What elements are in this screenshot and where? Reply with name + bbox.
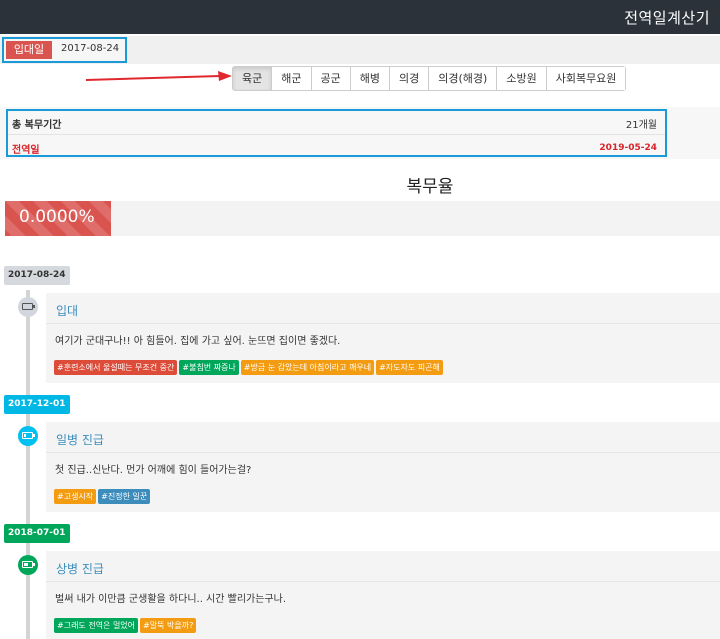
join-date-value[interactable]: 2017-08-24 bbox=[61, 43, 119, 54]
timeline-line bbox=[26, 290, 30, 639]
branch-tab-group: 육군 해군 공군 해병 의경 의경(해경) 소방원 사회복무요원 bbox=[232, 66, 627, 91]
timeline-item-divider bbox=[46, 323, 720, 324]
tab-marines[interactable]: 해병 bbox=[350, 67, 390, 90]
timeline-item-body: 첫 진급..신난다. 먼가 어깨에 힘이 들어가는걸? bbox=[55, 465, 252, 476]
battery-half-icon bbox=[18, 555, 38, 575]
battery-shape bbox=[22, 303, 35, 310]
timeline-item-divider bbox=[46, 452, 720, 453]
top-bar: 전역일계산기 bbox=[0, 0, 720, 34]
join-date-row: 입대일 2017-08-24 bbox=[0, 36, 720, 64]
timeline-item-body: 여기가 군대구나!! 아 힘들어. 집에 가고 싶어. 눈뜨면 집이면 좋겠다. bbox=[55, 336, 341, 347]
timeline-item-title[interactable]: 입대 bbox=[56, 302, 78, 319]
join-date-highlight: 입대일 2017-08-24 bbox=[2, 37, 127, 63]
tab-social-service[interactable]: 사회복무요원 bbox=[546, 67, 626, 90]
hashtag-label[interactable]: #불침번 짜증나 bbox=[179, 360, 239, 375]
timeline-item-title[interactable]: 상병 진급 bbox=[56, 560, 104, 577]
timeline-item-enlist: 입대여기가 군대구나!! 아 힘들어. 집에 가고 싶어. 눈뜨면 집이면 좋겠… bbox=[46, 293, 720, 383]
timeline-item-body: 벌써 내가 이만큼 군생활을 하다니.. 시간 빨리가는구나. bbox=[55, 594, 287, 605]
service-rate-value: 0.0000% bbox=[19, 207, 95, 227]
timeline-date-private-first-class: 2017-12-01 bbox=[4, 395, 70, 414]
battery-shape bbox=[22, 432, 35, 439]
tab-police[interactable]: 의경 bbox=[390, 67, 430, 90]
timeline-item-tags: #훈련소에서 울설때는 무조건 중간 #불침번 짜증나 #방금 눈 감았는데 아침이… bbox=[54, 360, 443, 375]
hashtag-label[interactable]: #말뚝 박을까? bbox=[140, 618, 197, 633]
timeline-item-title[interactable]: 일병 진급 bbox=[56, 431, 104, 448]
total-period-row: 총 복무기간 21개월 bbox=[8, 111, 665, 135]
timeline-item-tags: #그래도 전역은 멀었어 #말뚝 박을까? bbox=[54, 618, 197, 633]
timeline-item-tags: #고생시작 #진정한 일꾼 bbox=[54, 489, 151, 504]
discharge-date-value: 2019-05-24 bbox=[599, 143, 657, 153]
annotation-arrow-icon bbox=[86, 71, 232, 81]
service-rate-progress: 0.0000% bbox=[5, 201, 720, 236]
hashtag-label[interactable]: #그래도 전역은 멀었어 bbox=[54, 618, 139, 633]
app-title: 전역일계산기 bbox=[624, 9, 710, 27]
tab-airforce[interactable]: 공군 bbox=[311, 67, 351, 90]
timeline-date-enlist: 2017-08-24 bbox=[4, 266, 70, 285]
battery-empty-icon bbox=[18, 297, 38, 317]
battery-level bbox=[24, 563, 29, 566]
timeline-item-divider bbox=[46, 581, 720, 582]
timeline-item-private-first-class: 일병 진급첫 진급..신난다. 먼가 어깨에 힘이 들어가는걸? #고생시작 #진정… bbox=[46, 422, 720, 512]
service-rate-progress-fill: 0.0000% bbox=[5, 201, 111, 236]
battery-level bbox=[24, 434, 27, 437]
hashtag-label[interactable]: #훈련소에서 울설때는 무조건 중간 bbox=[54, 360, 178, 375]
hashtag-label[interactable]: #자도자도 피곤해 bbox=[376, 360, 443, 375]
battery-quarter-icon bbox=[18, 426, 38, 446]
service-rate-title: 복무율 bbox=[406, 177, 454, 197]
timeline-item-corporal: 상병 진급벌써 내가 이만큼 군생활을 하다니.. 시간 빨리가는구나. #그래도… bbox=[46, 551, 720, 639]
hashtag-label[interactable]: #진정한 일꾼 bbox=[98, 489, 151, 504]
tab-navy[interactable]: 해군 bbox=[272, 67, 312, 90]
join-date-label: 입대일 bbox=[6, 41, 52, 59]
tab-coastguard-police[interactable]: 의경(해경) bbox=[429, 67, 498, 90]
total-period-label: 총 복무기간 bbox=[12, 120, 62, 131]
hashtag-label[interactable]: #방금 눈 감았는데 아침이라고 깨우네 bbox=[240, 360, 375, 375]
timeline-date-corporal: 2018-07-01 bbox=[4, 524, 70, 543]
tab-fire-service[interactable]: 소방원 bbox=[497, 67, 547, 90]
battery-shape bbox=[22, 561, 35, 568]
tab-army[interactable]: 육군 bbox=[233, 67, 273, 90]
discharge-date-label: 전역일 bbox=[12, 145, 40, 156]
summary-highlight: 총 복무기간 21개월 전역일 2019-05-24 bbox=[6, 109, 667, 157]
hashtag-label[interactable]: #고생시작 bbox=[54, 489, 97, 504]
total-period-value: 21개월 bbox=[625, 120, 657, 131]
